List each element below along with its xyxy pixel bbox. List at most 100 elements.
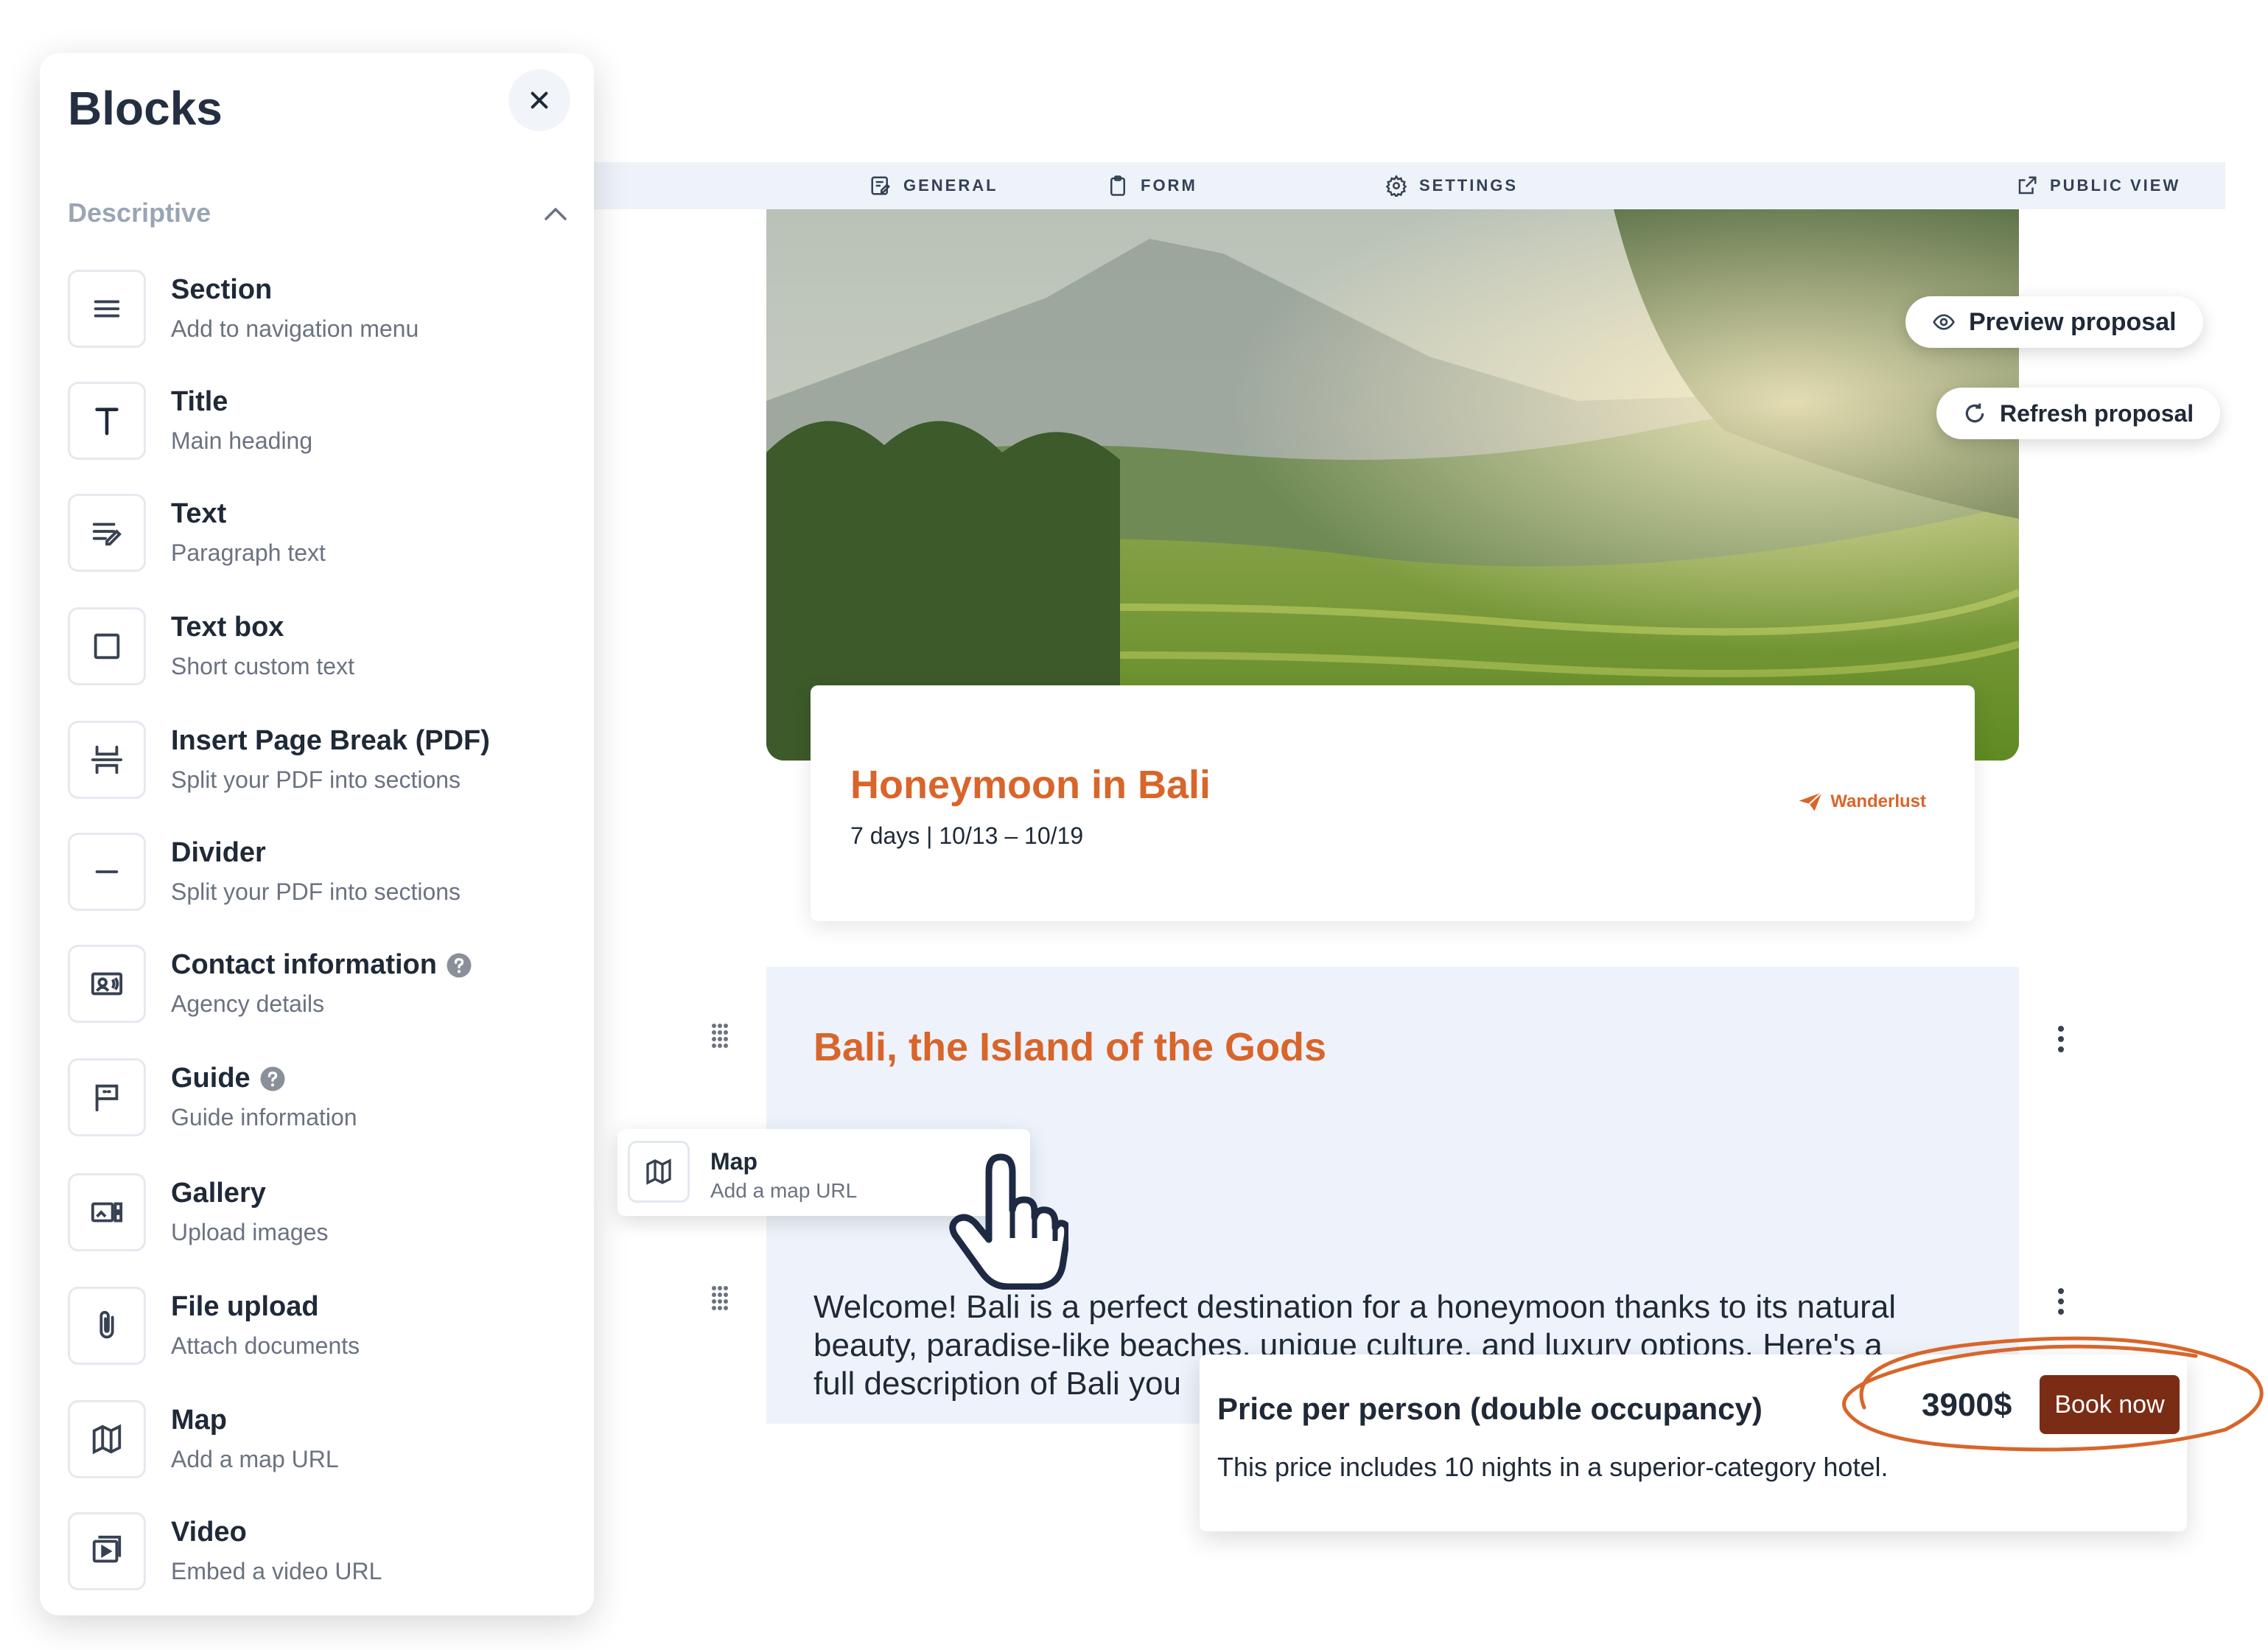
block-item-name: Insert Page Break (PDF)	[171, 725, 490, 757]
help-icon[interactable]	[446, 952, 472, 979]
block-item-desc: Main heading	[171, 427, 313, 454]
brand-name: Wanderlust	[1830, 791, 1926, 811]
block-item-desc: Guide information	[171, 1104, 357, 1130]
tab-form[interactable]: FORM	[1107, 162, 1197, 209]
refresh-icon	[1965, 403, 1984, 423]
block-item-name-text: Guide	[171, 1063, 251, 1094]
block-item-icon-box	[68, 1512, 146, 1590]
proposal-title: Honeymoon in Bali	[850, 763, 1211, 807]
block-item-name: Gallery	[171, 1178, 266, 1209]
block-item-name-text: Text box	[171, 612, 284, 643]
square-icon	[94, 633, 120, 660]
block-item-desc: Short custom text	[171, 653, 354, 679]
block-item-page-break[interactable]: Insert Page Break (PDF) Split your PDF i…	[68, 721, 554, 809]
block-item-name: Title	[171, 386, 228, 418]
preview-proposal-button[interactable]: Preview proposal	[1905, 296, 2203, 348]
map-icon	[92, 1424, 122, 1455]
block-item-name-text: Insert Page Break (PDF)	[171, 725, 490, 756]
category-header[interactable]: Descriptive	[68, 197, 569, 234]
hand-cursor-icon	[949, 1153, 1068, 1290]
block-item-name: Guide	[171, 1063, 286, 1094]
block-item-name-text: Gallery	[171, 1178, 266, 1209]
editor-topbar: GENERAL FORM SETTINGS PUBLIC VIEW	[589, 162, 2225, 209]
paperclip-icon	[99, 1310, 114, 1339]
gallery-icon	[91, 1202, 123, 1223]
menu-lines-icon	[94, 300, 120, 318]
tab-general[interactable]: GENERAL	[869, 162, 998, 209]
drag-handle-icon[interactable]	[710, 1285, 729, 1310]
public-view-button[interactable]: PUBLIC VIEW	[2016, 162, 2180, 209]
map-icon	[646, 1158, 671, 1185]
more-options-icon[interactable]	[2057, 1288, 2065, 1315]
refresh-proposal-label: Refresh proposal	[2000, 399, 2194, 427]
block-item-icon-box	[68, 1400, 146, 1478]
contact-card-icon	[91, 972, 123, 996]
block-item-text-box[interactable]: Text box Short custom text	[68, 607, 554, 696]
block-item-text[interactable]: Text Paragraph text	[68, 494, 554, 582]
block-item-icon-box	[68, 494, 146, 572]
close-icon	[531, 91, 548, 109]
block-item-desc: Upload images	[171, 1219, 329, 1245]
text-edit-icon	[92, 522, 122, 546]
tab-form-label: FORM	[1141, 176, 1197, 195]
block-item-desc: Agency details	[171, 990, 325, 1017]
refresh-proposal-button[interactable]: Refresh proposal	[1936, 388, 2221, 439]
panel-title: Blocks	[68, 82, 223, 135]
block-item-video[interactable]: Video Embed a video URL	[68, 1512, 554, 1601]
block-item-desc: Add a map URL	[171, 1446, 339, 1472]
block-item-gallery[interactable]: Gallery Upload images	[68, 1173, 554, 1262]
block-item-name: Video	[171, 1517, 247, 1548]
block-item-name-text: Map	[171, 1405, 227, 1436]
minus-icon	[95, 870, 119, 873]
block-item-contact-information[interactable]: Contact information Agency details	[68, 945, 554, 1033]
block-item-name-text: Section	[171, 274, 273, 305]
brand-logo: Wanderlust	[1798, 791, 1926, 812]
drag-handle-icon[interactable]	[710, 1023, 729, 1048]
block-item-name-text: Divider	[171, 837, 266, 868]
help-icon[interactable]	[259, 1066, 286, 1092]
block-item-title[interactable]: Title Main heading	[68, 382, 554, 470]
block-item-divider[interactable]: Divider Split your PDF into sections	[68, 833, 554, 921]
dragged-map-desc: Add a map URL	[710, 1179, 858, 1202]
category-label: Descriptive	[68, 197, 211, 228]
block-item-icon-box	[68, 721, 146, 799]
block-item-name: File upload	[171, 1291, 319, 1323]
close-panel-button[interactable]	[508, 69, 570, 131]
block-item-icon-box	[68, 1173, 146, 1251]
block-item-map[interactable]: Map Add a map URL	[68, 1400, 554, 1489]
gear-icon	[1385, 175, 1407, 197]
block-item-guide[interactable]: Guide Guide information	[68, 1058, 554, 1147]
price-title: Price per person (double occupancy)	[1217, 1391, 1763, 1426]
block-item-name-text: File upload	[171, 1291, 319, 1322]
chevron-up-icon	[545, 208, 567, 220]
hero-image	[766, 209, 2019, 761]
block-item-name: Section	[171, 274, 272, 306]
preview-proposal-label: Preview proposal	[1969, 307, 2177, 336]
block-item-icon-box	[68, 833, 146, 911]
block-item-name-text: Contact information	[171, 949, 437, 980]
block-item-section[interactable]: Section Add to navigation menu	[68, 270, 554, 358]
block-item-name-text: Title	[171, 386, 228, 417]
trip-dates: 7 days | 10/13 – 10/19	[850, 822, 1084, 849]
page-break-icon	[91, 745, 123, 775]
tab-settings-label: SETTINGS	[1419, 176, 1519, 195]
block-item-icon-box	[68, 1058, 146, 1136]
public-view-label: PUBLIC VIEW	[2050, 176, 2181, 195]
block-item-desc: Paragraph text	[171, 539, 326, 566]
eye-icon	[1933, 314, 1955, 330]
block-item-name-text: Video	[171, 1517, 247, 1548]
block-item-icon-box	[68, 607, 146, 685]
block-item-name: Map	[171, 1405, 227, 1436]
welcome-line-1: Welcome! Bali is a perfect destination f…	[813, 1289, 1897, 1325]
flag-icon	[95, 1084, 119, 1112]
tab-settings[interactable]: SETTINGS	[1385, 162, 1518, 209]
external-link-icon	[2018, 176, 2037, 195]
block-item-desc: Split your PDF into sections	[171, 878, 461, 905]
paper-plane-icon	[1799, 791, 1823, 811]
block-item-icon-box	[68, 945, 146, 1023]
block-item-icon-box	[68, 382, 146, 460]
block-item-file-upload[interactable]: File upload Attach documents	[68, 1287, 554, 1375]
block-item-name: Text box	[171, 612, 284, 643]
block-item-icon-box	[68, 1287, 146, 1365]
more-options-icon[interactable]	[2057, 1026, 2065, 1052]
